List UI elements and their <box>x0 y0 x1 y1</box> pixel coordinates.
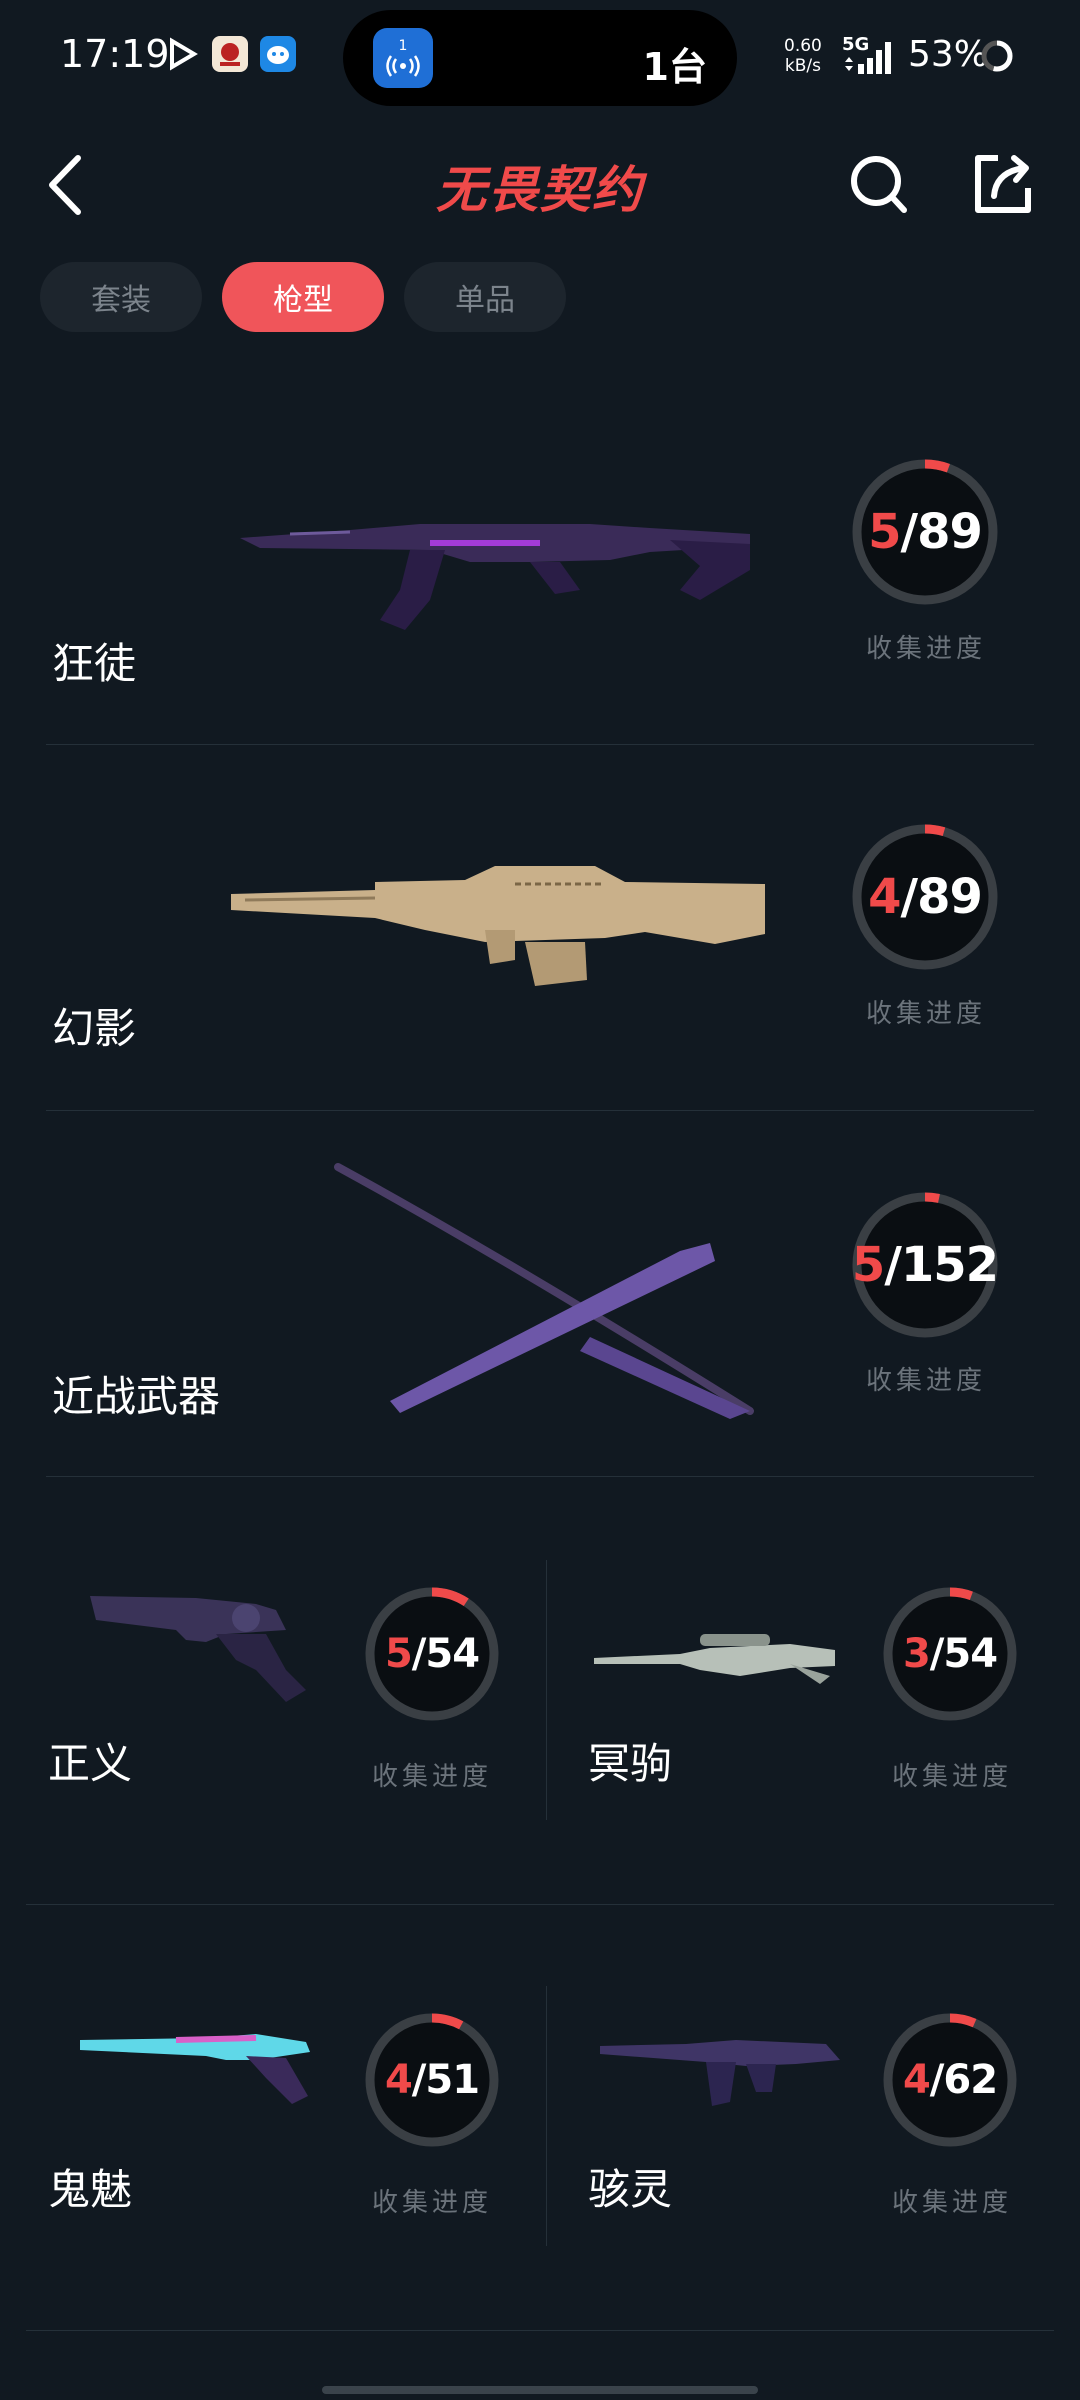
progress-current: 3 <box>902 1631 931 1677</box>
progress-ring: 4/51 <box>362 2010 502 2150</box>
island-badge-count: 1 <box>398 38 408 54</box>
progress-label: 收集进度 <box>866 1366 987 1396</box>
share-icon[interactable] <box>970 152 1034 216</box>
progress-ring: 5/152 <box>849 1189 1001 1341</box>
play-icon <box>170 37 198 71</box>
weapon-name: 幻影 <box>52 1004 137 1053</box>
progress-count: 5/152 <box>851 1237 999 1293</box>
weapon-name: 狂徒 <box>52 639 137 688</box>
rifle-skin-image <box>231 866 765 986</box>
progress-label: 收集进度 <box>866 634 987 664</box>
header: 无畏契约 <box>0 130 1080 240</box>
category-tabs: 套装 枪型 单品 <box>40 262 566 332</box>
progress-current: 4 <box>902 2057 931 2103</box>
grid-item[interactable]: 鬼魅 4/51 收集进度 <box>20 1956 540 2336</box>
broadcast-icon: 1 <box>373 28 433 88</box>
network-speed: 0.60 kB/s <box>784 36 822 76</box>
pistol-skin-image <box>90 1596 306 1702</box>
progress-ring: 5/54 <box>362 1584 502 1724</box>
search-icon[interactable] <box>848 152 912 216</box>
list-item[interactable]: 近战武器 5/152 收集进度 <box>0 1111 1080 1476</box>
network-speed-value: 0.60 <box>784 36 822 56</box>
weapon-name: 冥驹 <box>588 1739 673 1788</box>
progress-current: 4 <box>384 2057 413 2103</box>
progress-total: 152 <box>900 1237 999 1293</box>
progress-ring: 4/62 <box>880 2010 1020 2150</box>
progress-count: 3/54 <box>902 1631 998 1677</box>
grid-item[interactable]: 冥驹 3/54 收集进度 <box>560 1530 1080 1910</box>
app-notification-icon <box>212 36 248 72</box>
progress-label: 收集进度 <box>892 2188 1013 2218</box>
weapon-name: 骇灵 <box>588 2165 673 2214</box>
status-bar: 17:19 1 1台 0.60 kB/s 5G 53% <box>0 0 1080 115</box>
progress-label: 收集进度 <box>372 2188 493 2218</box>
page-title: 无畏契约 <box>436 161 644 219</box>
island-device-count: 1台 <box>642 45 707 89</box>
tab-single-item[interactable]: 单品 <box>404 262 566 332</box>
tab-gun-type[interactable]: 枪型 <box>222 262 384 332</box>
progress-current: 5 <box>851 1237 885 1293</box>
progress-ring: 5/89 <box>849 456 1001 608</box>
status-time: 17:19 <box>60 32 170 76</box>
progress-label: 收集进度 <box>866 999 987 1029</box>
progress-ring: 3/54 <box>880 1584 1020 1724</box>
divider <box>46 1476 1034 1477</box>
smg-skin-image <box>600 2040 840 2106</box>
progress-total: 89 <box>917 869 983 925</box>
progress-count: 4/62 <box>902 2057 998 2103</box>
weapon-name: 正义 <box>48 1739 133 1788</box>
weapon-name: 鬼魅 <box>48 2165 133 2214</box>
network-speed-unit: kB/s <box>784 56 821 76</box>
home-indicator[interactable] <box>322 2386 758 2394</box>
progress-count: 4/89 <box>868 869 983 925</box>
divider <box>546 1560 547 1820</box>
progress-current: 5 <box>868 504 901 560</box>
rifle-skin-image <box>240 524 750 630</box>
list-item[interactable]: 狂徒 5/89 收集进度 <box>0 380 1080 745</box>
signal-icon: 5G <box>842 34 898 76</box>
grid-item[interactable]: 正义 5/54 收集进度 <box>20 1530 540 1910</box>
list-item[interactable]: 幻影 4/89 收集进度 <box>0 745 1080 1110</box>
progress-total: 62 <box>943 2057 998 2103</box>
progress-total: 89 <box>917 504 983 560</box>
sniper-skin-image <box>594 1634 835 1684</box>
progress-label: 收集进度 <box>892 1762 1013 1792</box>
message-app-icon <box>260 36 296 72</box>
battery-percent: 53% <box>908 34 989 75</box>
progress-label: 收集进度 <box>372 1762 493 1792</box>
progress-count: 5/54 <box>384 1631 480 1677</box>
battery-icon <box>981 40 1013 72</box>
progress-count: 5/89 <box>868 504 983 560</box>
tab-suits[interactable]: 套装 <box>40 262 202 332</box>
progress-current: 4 <box>868 869 901 925</box>
progress-total: 54 <box>425 1631 480 1677</box>
progress-current: 5 <box>384 1631 413 1677</box>
melee-skin-image <box>334 1163 754 1419</box>
divider <box>546 1986 547 2246</box>
weapon-name: 近战武器 <box>52 1372 221 1421</box>
divider <box>26 2330 1054 2331</box>
progress-total: 54 <box>943 1631 998 1677</box>
pistol-skin-image <box>80 2034 310 2104</box>
grid-item[interactable]: 骇灵 4/62 收集进度 <box>560 1956 1080 2336</box>
progress-count: 4/51 <box>384 2057 480 2103</box>
progress-total: 51 <box>425 2057 480 2103</box>
progress-ring: 4/89 <box>849 821 1001 973</box>
dynamic-island[interactable]: 1 1台 <box>343 10 737 106</box>
divider <box>26 1904 1054 1905</box>
